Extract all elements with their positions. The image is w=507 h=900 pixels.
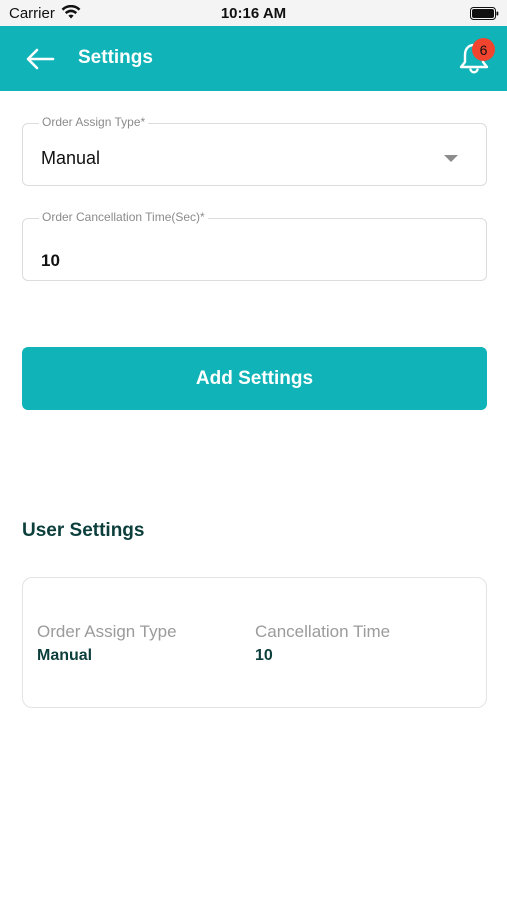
clock-time: 10:16 AM: [220, 5, 287, 22]
back-button[interactable]: [22, 44, 58, 74]
order-assign-type-select[interactable]: Order Assign Type* Manual: [22, 115, 487, 186]
order-cancellation-time-input[interactable]: [23, 219, 486, 280]
add-settings-button[interactable]: Add Settings: [22, 347, 487, 410]
notifications-button[interactable]: 6: [454, 38, 495, 78]
notification-count-badge: 6: [472, 38, 495, 61]
arrow-left-icon: [26, 48, 55, 70]
cancellation-time-value: 10: [255, 647, 273, 664]
page-title: Settings: [78, 47, 153, 68]
app-bar: Settings 6: [0, 26, 507, 91]
order-cancellation-time-field: Order Cancellation Time(Sec)*: [22, 210, 487, 281]
assign-type-label: Order Assign Type: [37, 622, 177, 641]
cancellation-time-column: Cancellation Time 10: [255, 622, 390, 665]
user-settings-title: User Settings: [22, 520, 145, 541]
battery-icon: [470, 7, 499, 20]
user-settings-card: Order Assign Type Manual Cancellation Ti…: [22, 577, 487, 708]
order-assign-type-value: Manual: [41, 148, 101, 168]
assign-type-column: Order Assign Type Manual: [37, 622, 177, 665]
cancellation-time-label: Cancellation Time: [255, 622, 391, 641]
status-bar: Carrier 10:16 AM: [0, 0, 507, 26]
caret-down-icon[interactable]: [444, 155, 458, 162]
assign-type-value: Manual: [37, 647, 93, 664]
order-assign-type-label: Order Assign Type*: [39, 115, 149, 129]
